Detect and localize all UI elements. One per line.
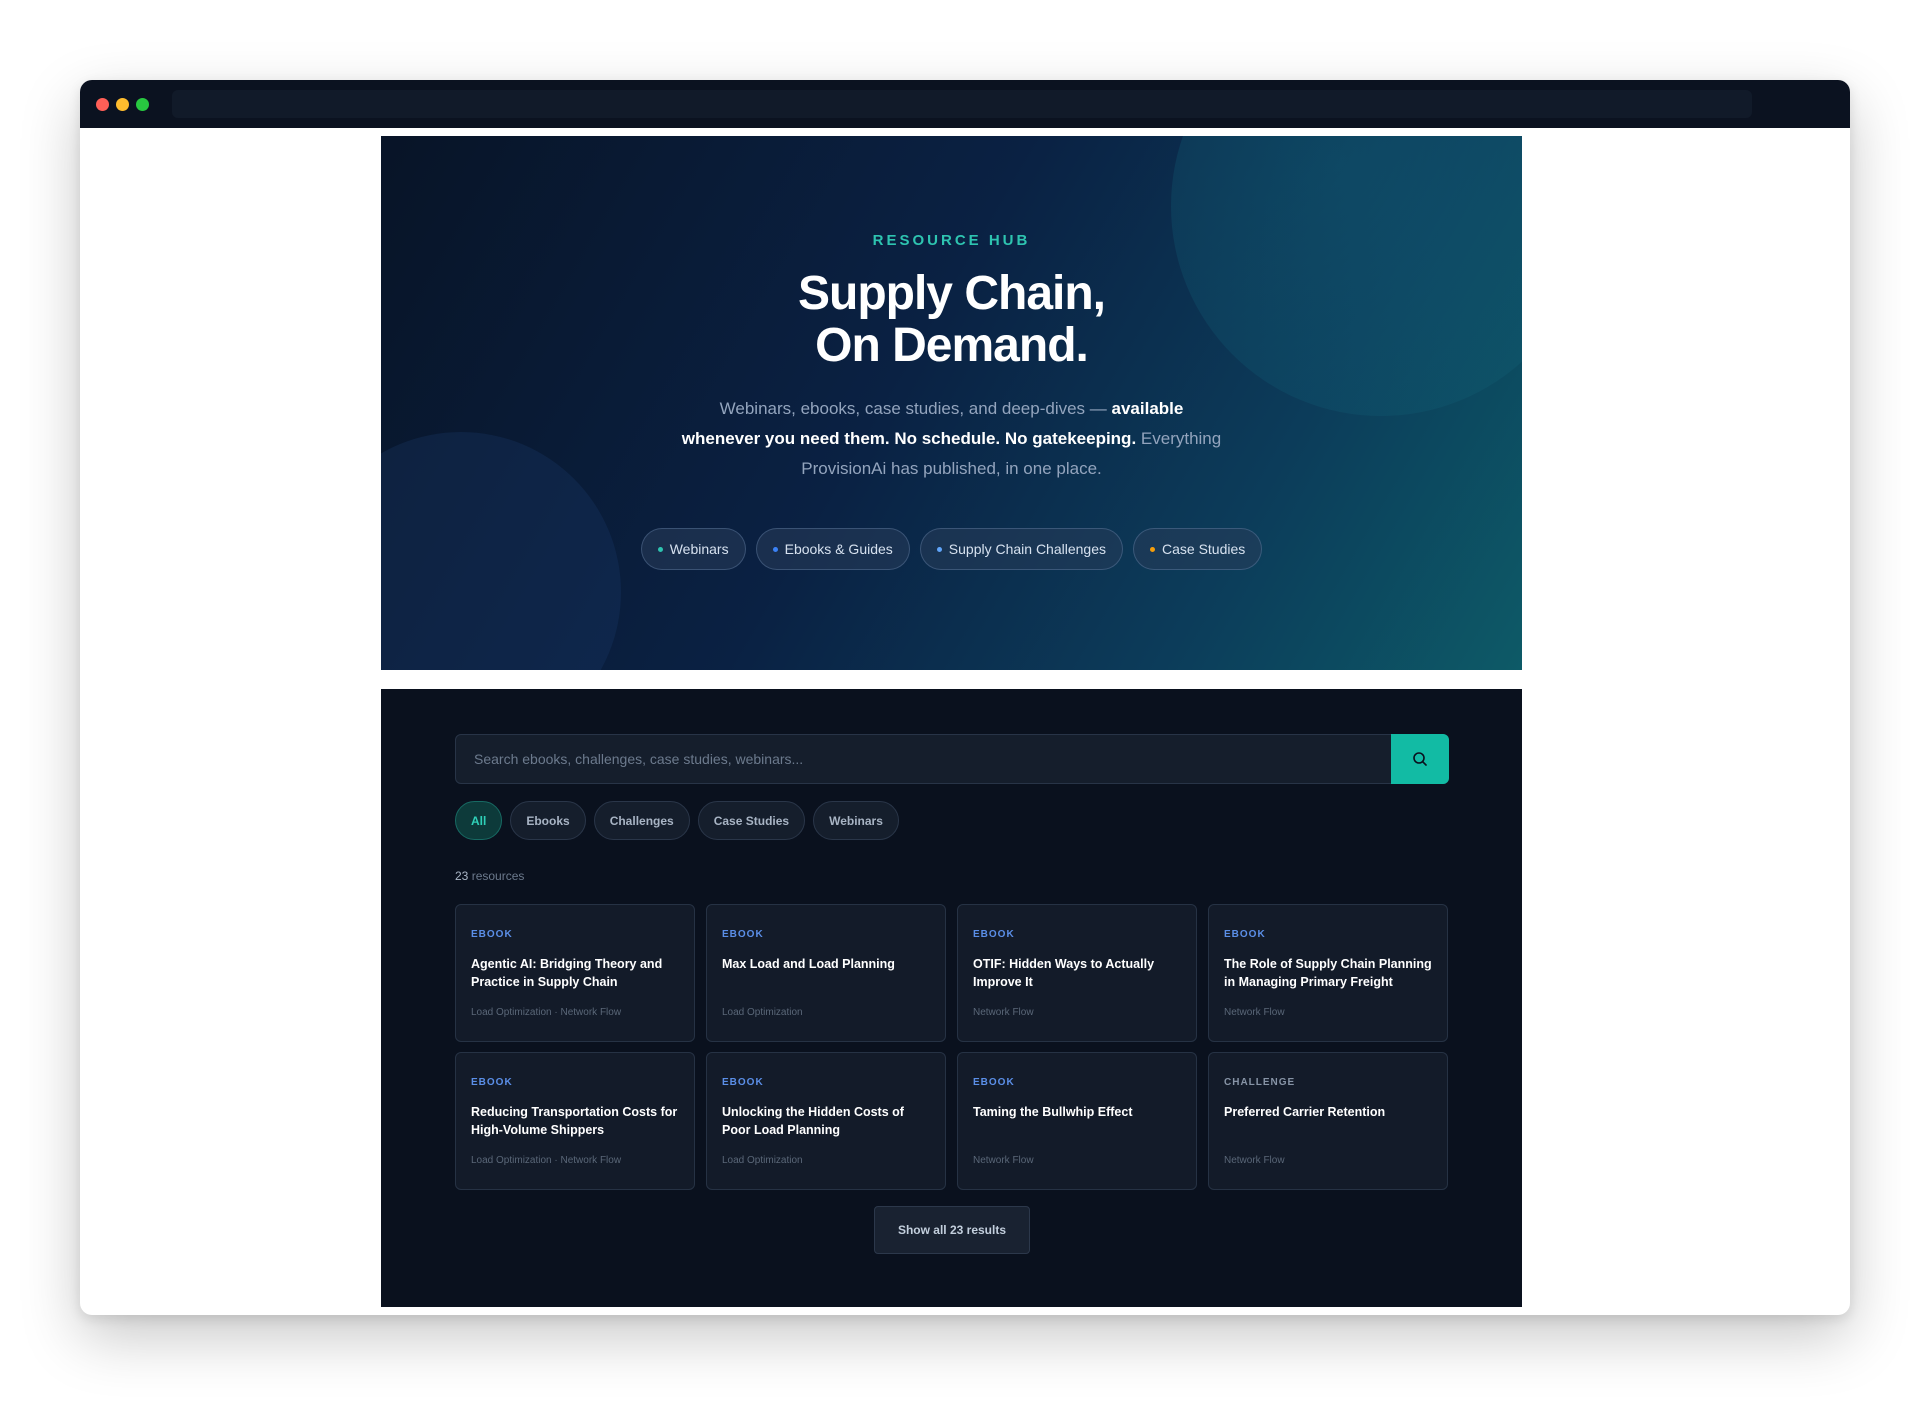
- bullet-dot-icon: [936, 546, 942, 552]
- card-type-label: EBOOK: [722, 1077, 764, 1088]
- hero-title-line1: Supply Chain,: [797, 267, 1106, 320]
- hero-subtitle: Webinars, ebooks, case studies, and deep…: [681, 394, 1222, 484]
- filter-ebooks[interactable]: Ebooks: [510, 801, 586, 840]
- pill-ebooks-guides[interactable]: Ebooks & Guides: [755, 528, 910, 570]
- card-type-label: CHALLENGE: [1224, 1077, 1296, 1088]
- resource-grid: EBOOK Agentic AI: Bridging Theory and Pr…: [455, 904, 1449, 1190]
- card-title: The Role of Supply Chain Planning in Man…: [1224, 957, 1432, 989]
- card-tags: Load Optimization: [722, 1155, 803, 1166]
- card-type-label: EBOOK: [1224, 929, 1266, 940]
- bullet-dot-icon: [657, 546, 663, 552]
- card-title: Max Load and Load Planning: [722, 957, 895, 971]
- hero-category-pills: Webinars Ebooks & Guides Supply Chain Ch…: [381, 528, 1522, 570]
- hero-eyebrow: RESOURCE HUB: [872, 232, 1031, 249]
- resource-card[interactable]: EBOOK The Role of Supply Chain Planning …: [1208, 904, 1448, 1042]
- filter-all[interactable]: All: [455, 801, 503, 840]
- hero-section: RESOURCE HUB Supply Chain, On Demand. We…: [381, 136, 1522, 670]
- browser-window: RESOURCE HUB Supply Chain, On Demand. We…: [80, 80, 1850, 1315]
- resources-section: All Ebooks Challenges Case Studies Webin…: [381, 689, 1522, 1307]
- hero-title: Supply Chain, On Demand.: [381, 268, 1522, 372]
- results-count: 23 resources: [455, 869, 524, 883]
- pill-label: Case Studies: [1162, 541, 1246, 557]
- pill-label: Ebooks & Guides: [784, 541, 893, 557]
- address-bar[interactable]: [172, 90, 1752, 118]
- search-bar: [455, 734, 1449, 784]
- pill-case-studies[interactable]: Case Studies: [1133, 528, 1263, 570]
- maximize-window-dot[interactable]: [136, 98, 149, 111]
- card-tags: Load Optimization · Network Flow: [471, 1155, 622, 1166]
- card-type-label: EBOOK: [471, 929, 513, 940]
- card-title: Reducing Transportation Costs for High-V…: [471, 1105, 678, 1137]
- filter-webinars[interactable]: Webinars: [813, 801, 899, 840]
- card-type-label: EBOOK: [471, 1077, 513, 1088]
- pill-webinars[interactable]: Webinars: [640, 528, 746, 570]
- card-title: OTIF: Hidden Ways to Actually Improve It: [973, 957, 1155, 989]
- hero-subtitle-part1: Webinars, ebooks, case studies, and deep…: [719, 399, 1112, 418]
- resource-card[interactable]: EBOOK Reducing Transportation Costs for …: [455, 1052, 695, 1190]
- filter-case-studies[interactable]: Case Studies: [697, 801, 806, 840]
- pill-label: Webinars: [669, 541, 729, 557]
- card-tags: Load Optimization: [722, 1007, 803, 1018]
- resource-card[interactable]: EBOOK Agentic AI: Bridging Theory and Pr…: [455, 904, 695, 1042]
- pill-supply-chain-challenges[interactable]: Supply Chain Challenges: [919, 528, 1123, 570]
- results-count-number: 23: [455, 869, 469, 883]
- card-tags: Load Optimization · Network Flow: [471, 1007, 622, 1018]
- bullet-dot-icon: [772, 546, 778, 552]
- card-tags: Network Flow: [1224, 1007, 1285, 1018]
- search-input[interactable]: [456, 735, 1392, 783]
- resource-card[interactable]: EBOOK Unlocking the Hidden Costs of Poor…: [706, 1052, 946, 1190]
- resource-card[interactable]: EBOOK Taming the Bullwhip Effect Network…: [957, 1052, 1197, 1190]
- results-count-label: resources: [468, 869, 525, 883]
- filter-challenges[interactable]: Challenges: [593, 801, 690, 840]
- resource-card[interactable]: EBOOK OTIF: Hidden Ways to Actually Impr…: [957, 904, 1197, 1042]
- resource-card[interactable]: EBOOK Max Load and Load Planning Load Op…: [706, 904, 946, 1042]
- card-title: Preferred Carrier Retention: [1224, 1105, 1386, 1119]
- close-window-dot[interactable]: [96, 98, 109, 111]
- card-type-label: EBOOK: [722, 929, 764, 940]
- card-title: Agentic AI: Bridging Theory and Practice…: [471, 957, 663, 989]
- show-all-results-button[interactable]: Show all 23 results: [874, 1206, 1030, 1254]
- browser-titlebar: [80, 80, 1850, 128]
- hero-title-line2: On Demand.: [815, 319, 1089, 372]
- bullet-dot-icon: [1150, 546, 1155, 552]
- card-tags: Network Flow: [973, 1155, 1034, 1166]
- pill-label: Supply Chain Challenges: [948, 541, 1106, 557]
- card-title: Unlocking the Hidden Costs of Poor Load …: [722, 1105, 904, 1137]
- search-icon: [1413, 752, 1427, 766]
- filter-chips: All Ebooks Challenges Case Studies Webin…: [455, 801, 899, 840]
- card-title: Taming the Bullwhip Effect: [973, 1105, 1133, 1119]
- search-button[interactable]: [1391, 734, 1449, 784]
- resource-card[interactable]: CHALLENGE Preferred Carrier Retention Ne…: [1208, 1052, 1448, 1190]
- card-tags: Network Flow: [973, 1007, 1034, 1018]
- minimize-window-dot[interactable]: [116, 98, 129, 111]
- card-type-label: EBOOK: [973, 1077, 1015, 1088]
- card-type-label: EBOOK: [973, 929, 1015, 940]
- card-tags: Network Flow: [1224, 1155, 1285, 1166]
